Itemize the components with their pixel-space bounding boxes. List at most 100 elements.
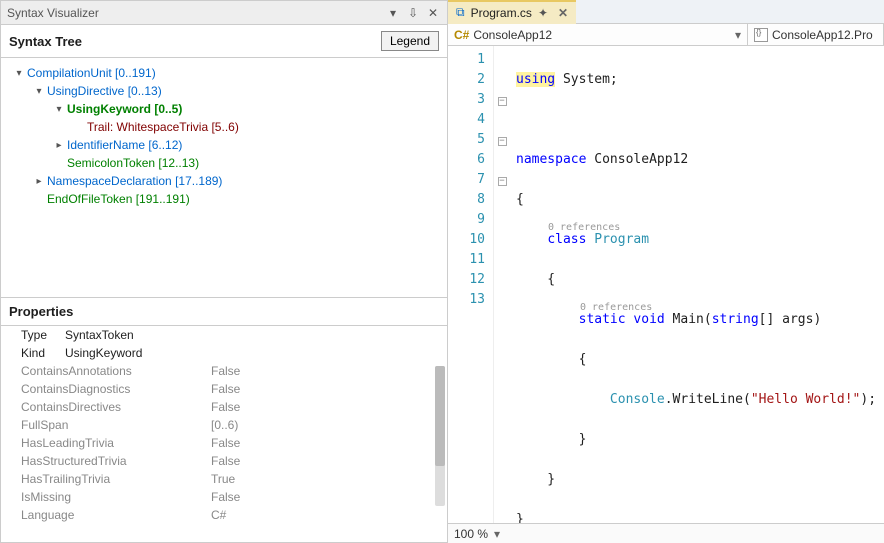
tree-expander-icon[interactable]: ▾ (53, 103, 65, 115)
editor-panel: ⧉ Program.cs ✦ ✕ C# ConsoleApp12 ▾ Conso… (448, 0, 884, 543)
syntax-tree[interactable]: ▾CompilationUnit [0..191)▾UsingDirective… (1, 58, 447, 298)
property-key: FullSpan (21, 418, 211, 432)
chevron-down-icon: ▾ (735, 28, 741, 42)
fold-toggle-icon[interactable]: − (498, 177, 507, 186)
tree-node-usingkeyword[interactable]: ▾UsingKeyword [0..5) (5, 100, 443, 118)
tree-node-label: NamespaceDeclaration [17..189) (47, 174, 222, 188)
tree-node-trail-whitespacetrivia[interactable]: Trail: WhitespaceTrivia [5..6) (5, 118, 443, 136)
tree-node-label: Trail: WhitespaceTrivia [5..6) (87, 120, 239, 134)
codelens-references[interactable]: 0 references (580, 298, 652, 318)
property-key: HasStructuredTrivia (21, 454, 211, 468)
tree-node-compilationunit[interactable]: ▾CompilationUnit [0..191) (5, 64, 443, 82)
tree-expander-icon[interactable]: ▸ (33, 175, 45, 187)
property-row: TypeSyntaxToken (1, 326, 447, 344)
tree-node-identifiername[interactable]: ▸IdentifierName [6..12) (5, 136, 443, 154)
chevron-down-icon[interactable]: ▾ (494, 527, 500, 541)
property-row: ContainsDiagnosticsFalse (1, 380, 447, 398)
properties-body: TypeSyntaxTokenKindUsingKeyword Contains… (1, 326, 447, 542)
zoom-level[interactable]: 100 % (454, 527, 488, 541)
fold-column: − − − (494, 46, 510, 523)
tree-expander-icon[interactable]: ▾ (13, 67, 25, 79)
tab-close-icon[interactable]: ✕ (558, 6, 568, 20)
tree-expander-icon[interactable]: ▾ (33, 85, 45, 97)
property-value: False (211, 490, 240, 504)
property-key: HasLeadingTrivia (21, 436, 211, 450)
property-row: HasStructuredTriviaFalse (1, 452, 447, 470)
line-number: 7 (452, 170, 485, 190)
property-value: False (211, 364, 240, 378)
line-number: 2 (452, 70, 485, 90)
tree-expander-icon[interactable]: ▸ (53, 139, 65, 151)
tree-node-label: UsingDirective [0..13) (47, 84, 162, 98)
tree-node-semicolontoken[interactable]: SemicolonToken [12..13) (5, 154, 443, 172)
line-number: 9 (452, 210, 485, 230)
line-number: 6 (452, 150, 485, 170)
property-value: C# (211, 508, 226, 522)
property-row: HasLeadingTriviaFalse (1, 434, 447, 452)
line-number: 8 (452, 190, 485, 210)
line-number: 10 (452, 230, 485, 250)
property-key: Language (21, 508, 211, 522)
nav-project-selector[interactable]: C# ConsoleApp12 ▾ (448, 24, 748, 46)
navigation-bar: C# ConsoleApp12 ▾ ConsoleApp12.Pro (448, 24, 884, 46)
close-icon[interactable]: ✕ (425, 5, 441, 21)
tree-node-label: CompilationUnit [0..191) (27, 66, 156, 80)
property-row: ContainsAnnotationsFalse (1, 362, 447, 380)
line-number: 4 (452, 110, 485, 130)
property-value: False (211, 400, 240, 414)
property-value: True (211, 472, 235, 486)
property-key: HasTrailingTrivia (21, 472, 211, 486)
line-number: 5 (452, 130, 485, 150)
property-key: IsMissing (21, 490, 211, 504)
panel-titlebar: Syntax Visualizer ▾ ⇩ ✕ (1, 1, 447, 25)
code-editor[interactable]: 12345678910111213 − − − using System; na… (448, 46, 884, 523)
nav-scope-label: ConsoleApp12.Pro (772, 28, 873, 42)
line-number: 12 (452, 270, 485, 290)
property-key: ContainsDirectives (21, 400, 211, 414)
properties-scrollbar-thumb[interactable] (435, 366, 445, 466)
tree-expander-icon (53, 157, 65, 169)
property-row: ContainsDirectivesFalse (1, 398, 447, 416)
property-key: Kind (21, 346, 65, 360)
tree-node-endoffiletoken[interactable]: EndOfFileToken [191..191) (5, 190, 443, 208)
pin-icon[interactable]: ⇩ (405, 5, 421, 21)
tab-pin-icon[interactable]: ✦ (538, 6, 548, 20)
property-row: IsMissingFalse (1, 488, 447, 506)
property-value: UsingKeyword (65, 346, 142, 360)
line-number: 3 (452, 90, 485, 110)
syntax-tree-label: Syntax Tree (9, 34, 381, 49)
line-number: 1 (452, 50, 485, 70)
tree-node-namespacedeclaration[interactable]: ▸NamespaceDeclaration [17..189) (5, 172, 443, 190)
property-value: False (211, 454, 240, 468)
legend-button[interactable]: Legend (381, 31, 439, 51)
panel-title: Syntax Visualizer (7, 6, 381, 20)
properties-header: Properties (1, 298, 447, 326)
tree-node-usingdirective[interactable]: ▾UsingDirective [0..13) (5, 82, 443, 100)
properties-scrollbar[interactable] (435, 366, 445, 506)
codelens-references[interactable]: 0 references (548, 218, 620, 238)
fold-toggle-icon[interactable]: − (498, 97, 507, 106)
namespace-icon (754, 28, 768, 42)
fold-toggle-icon[interactable]: − (498, 137, 507, 146)
property-key: ContainsDiagnostics (21, 382, 211, 396)
code-area[interactable]: using System; namespace ConsoleApp12 { 0… (510, 46, 884, 523)
property-value: [0..6) (211, 418, 238, 432)
tab-program-cs[interactable]: ⧉ Program.cs ✦ ✕ (448, 0, 576, 24)
property-value: False (211, 382, 240, 396)
property-value: SyntaxToken (65, 328, 134, 342)
file-icon: ⧉ (456, 5, 465, 20)
csharp-project-icon: C# (454, 28, 469, 42)
property-row: HasTrailingTriviaTrue (1, 470, 447, 488)
nav-scope-selector[interactable]: ConsoleApp12.Pro (748, 24, 884, 46)
line-number: 13 (452, 290, 485, 310)
property-key: Type (21, 328, 65, 342)
tree-node-label: UsingKeyword [0..5) (67, 102, 182, 116)
line-number-gutter: 12345678910111213 (448, 46, 494, 523)
property-value: False (211, 436, 240, 450)
dropdown-icon[interactable]: ▾ (385, 5, 401, 21)
line-number: 11 (452, 250, 485, 270)
property-row: LanguageC# (1, 506, 447, 524)
zoom-bar: 100 % ▾ (448, 523, 884, 543)
property-key: ContainsAnnotations (21, 364, 211, 378)
syntax-tree-header: Syntax Tree Legend (1, 25, 447, 58)
